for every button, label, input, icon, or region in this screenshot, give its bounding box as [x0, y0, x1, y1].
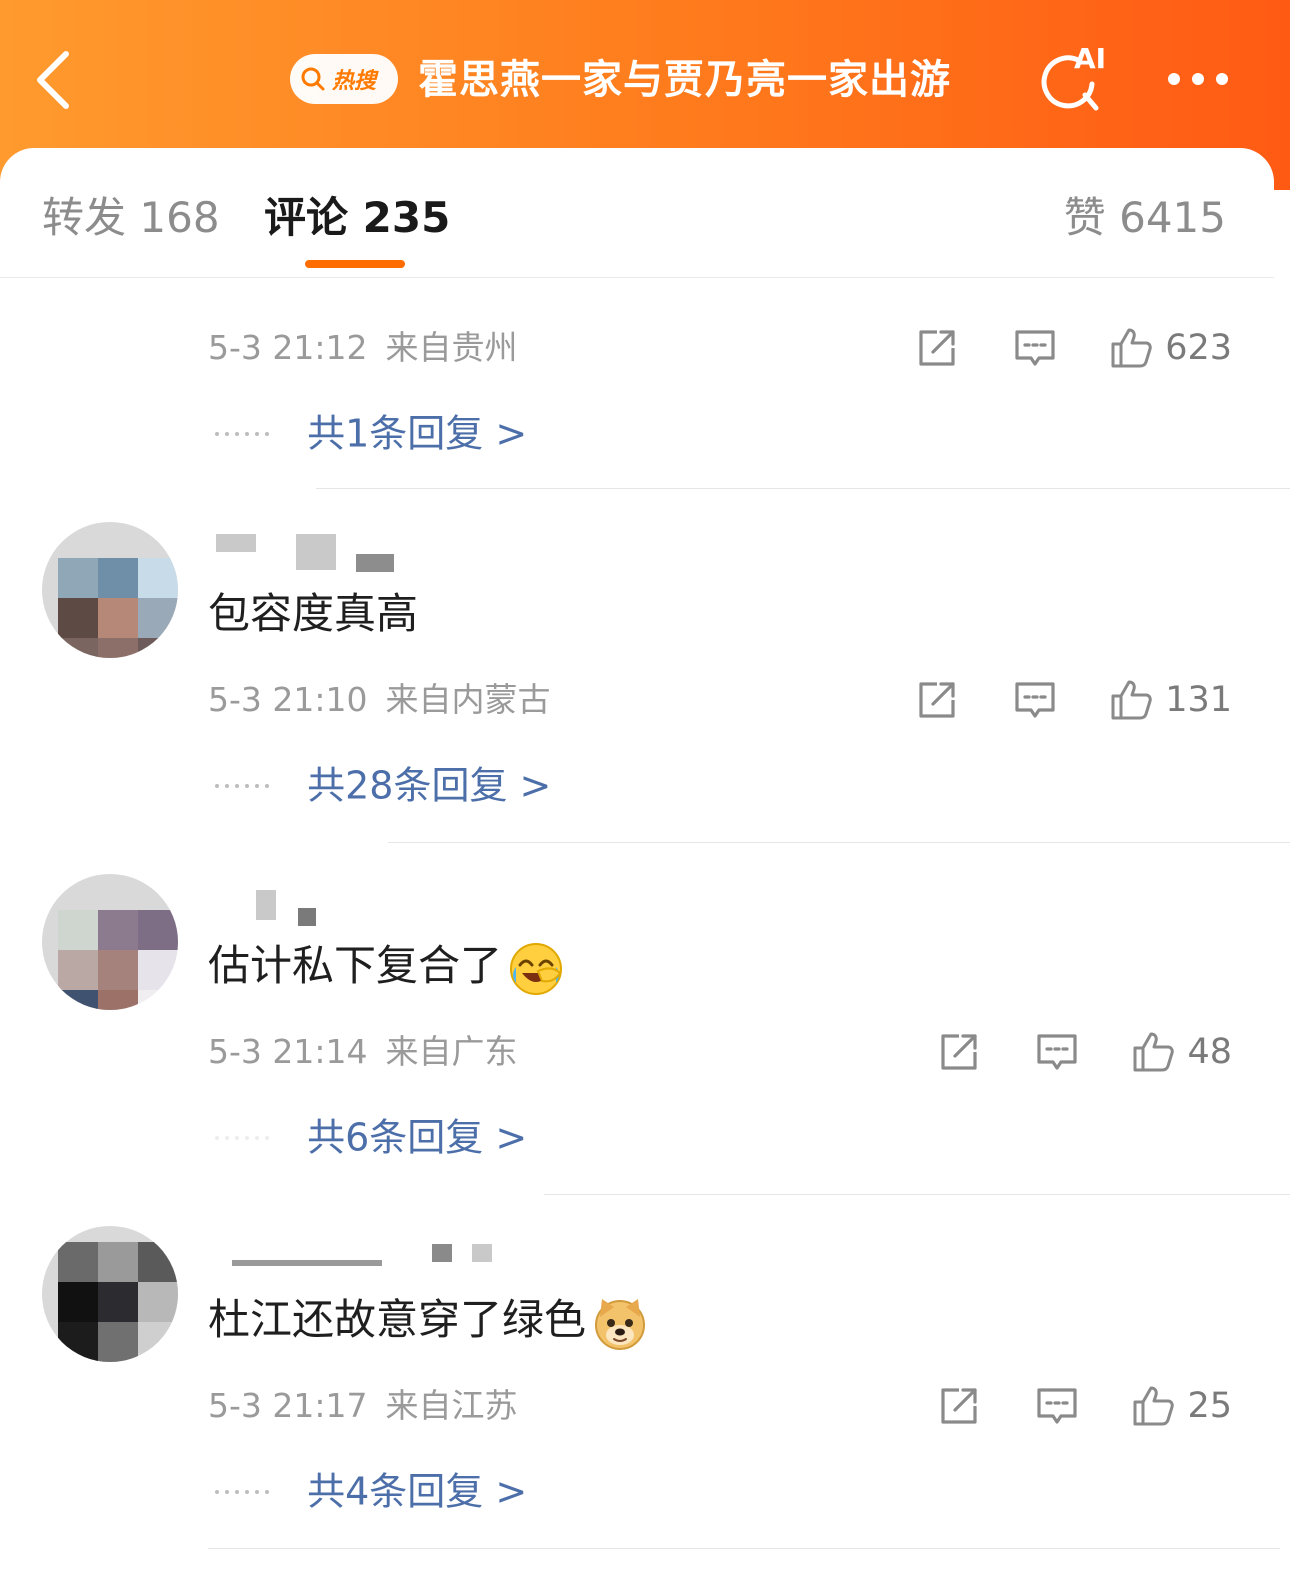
comment-location: 来自内蒙古: [385, 680, 551, 719]
comment-text-body: 估计私下复合了: [208, 941, 503, 990]
topic-title[interactable]: 霍思燕一家与贾乃亮一家出游: [418, 50, 951, 110]
like-button[interactable]: 48: [1131, 1030, 1232, 1074]
hot-search-badge[interactable]: 热搜: [290, 54, 398, 104]
like-count: 25: [1187, 1386, 1232, 1426]
search-icon: [301, 67, 325, 91]
weibo-comments-page: 热搜 霍思燕一家与贾乃亮一家出游 AI 转发 168 评论 235 赞 6415: [0, 0, 1290, 1589]
avatar[interactable]: [42, 1226, 178, 1362]
comment-text: 包容度真高: [208, 589, 419, 638]
view-replies[interactable]: 共1条回复 >: [214, 408, 527, 458]
view-replies[interactable]: 共28条回复 >: [214, 760, 551, 810]
comment-item: 5-3 21:12 来自贵州 623 共1条回复 >: [0, 280, 1290, 490]
comment-meta: 5-3 21:14 来自广东: [208, 1030, 518, 1074]
comment-location: 来自江苏: [385, 1386, 518, 1425]
tab-likes-label: 赞: [1063, 193, 1106, 242]
like-count: 131: [1165, 680, 1232, 720]
ai-search-icon[interactable]: AI: [1034, 44, 1114, 116]
ellipsis-icon: [215, 431, 269, 436]
reply-icon[interactable]: [1013, 678, 1057, 722]
repost-icon[interactable]: [937, 1030, 981, 1074]
ellipsis-icon: [215, 1135, 269, 1140]
thumbs-up-icon: [1111, 328, 1152, 368]
tab-repost-label: 转发: [42, 193, 127, 242]
comment-meta: 5-3 21:10 来自内蒙古: [208, 678, 551, 722]
comment-location: 来自广东: [385, 1032, 518, 1071]
replies-link[interactable]: 共4条回复 >: [307, 1470, 527, 1514]
reply-icon[interactable]: [1035, 1384, 1079, 1428]
comment-item: 杜江还故意穿了绿色 5-3 21:17 来自江苏 25 共4条回复 >: [0, 1194, 1290, 1554]
reply-icon[interactable]: [1013, 326, 1057, 370]
comment-actions: 131: [915, 676, 1232, 724]
avatar[interactable]: [42, 522, 178, 658]
comment-meta: 5-3 21:12 来自贵州: [208, 326, 518, 370]
comment-actions: 48: [937, 1028, 1232, 1076]
tab-likes[interactable]: 赞 6415: [1064, 188, 1226, 248]
thumbs-up-icon: [1133, 1032, 1175, 1072]
reply-icon[interactable]: [1035, 1030, 1079, 1074]
comment-time: 5-3 21:14: [208, 1032, 368, 1071]
repost-icon[interactable]: [915, 326, 959, 370]
ai-label: AI: [1074, 44, 1106, 75]
laugh-cry-emoji-icon: [510, 942, 563, 995]
comment-time: 5-3 21:10: [208, 680, 368, 719]
username-redacted: [212, 890, 472, 926]
comment-text-body: 杜江还故意穿了绿色: [208, 1295, 587, 1344]
like-button[interactable]: 623: [1109, 326, 1232, 370]
replies-link[interactable]: 共28条回复 >: [307, 764, 551, 808]
thumbs-up-icon: [1133, 1386, 1175, 1426]
comment-divider: [208, 1548, 1280, 1549]
tab-comments[interactable]: 评论 235: [264, 188, 450, 248]
comment-location: 来自贵州: [385, 328, 518, 367]
comment-actions: 25: [937, 1382, 1232, 1430]
comment-text: 杜江还故意穿了绿色: [208, 1290, 648, 1350]
active-tab-indicator: [305, 260, 405, 268]
replies-link[interactable]: 共1条回复 >: [307, 412, 527, 456]
tab-repost-count: 168: [139, 193, 220, 242]
tab-repost[interactable]: 转发 168: [42, 188, 220, 248]
username-redacted: [212, 1244, 492, 1266]
ellipsis-icon: [215, 783, 269, 788]
comment-time: 5-3 21:17: [208, 1386, 368, 1425]
more-options-icon[interactable]: [1166, 68, 1230, 90]
ellipsis-icon: [215, 1489, 269, 1494]
comment-time: 5-3 21:12: [208, 328, 368, 367]
hot-search-label: 热搜: [332, 69, 377, 94]
like-count: 623: [1165, 328, 1232, 368]
like-button[interactable]: 25: [1131, 1384, 1232, 1428]
comment-actions: 623: [915, 324, 1232, 372]
comment-meta: 5-3 21:17 来自江苏: [208, 1384, 518, 1428]
like-count: 48: [1187, 1032, 1232, 1072]
view-replies[interactable]: 共6条回复 >: [214, 1112, 527, 1162]
doge-emoji-icon: [595, 1298, 646, 1350]
replies-link[interactable]: 共6条回复 >: [307, 1116, 527, 1160]
tab-comments-count: 235: [362, 193, 451, 242]
comment-divider: [316, 488, 1290, 489]
back-arrow-icon[interactable]: [32, 48, 76, 112]
repost-icon[interactable]: [937, 1384, 981, 1428]
view-replies[interactable]: 共4条回复 >: [214, 1466, 527, 1516]
tab-likes-count: 6415: [1119, 193, 1226, 242]
comment-text: 估计私下复合了: [208, 936, 564, 996]
tab-comments-label: 评论: [264, 193, 349, 242]
repost-icon[interactable]: [915, 678, 959, 722]
username-redacted: [212, 534, 472, 572]
like-button[interactable]: 131: [1109, 678, 1232, 722]
comment-item: 包容度真高 5-3 21:10 来自内蒙古 131 共28条回复 >: [0, 490, 1290, 843]
avatar[interactable]: [42, 874, 178, 1010]
comment-item: 估计私下复合了 5-3 21:14 来自广东 48 共6条回复 >: [0, 842, 1290, 1195]
interaction-tabs: 转发 168 评论 235 赞 6415: [0, 148, 1274, 278]
thumbs-up-icon: [1111, 680, 1152, 720]
